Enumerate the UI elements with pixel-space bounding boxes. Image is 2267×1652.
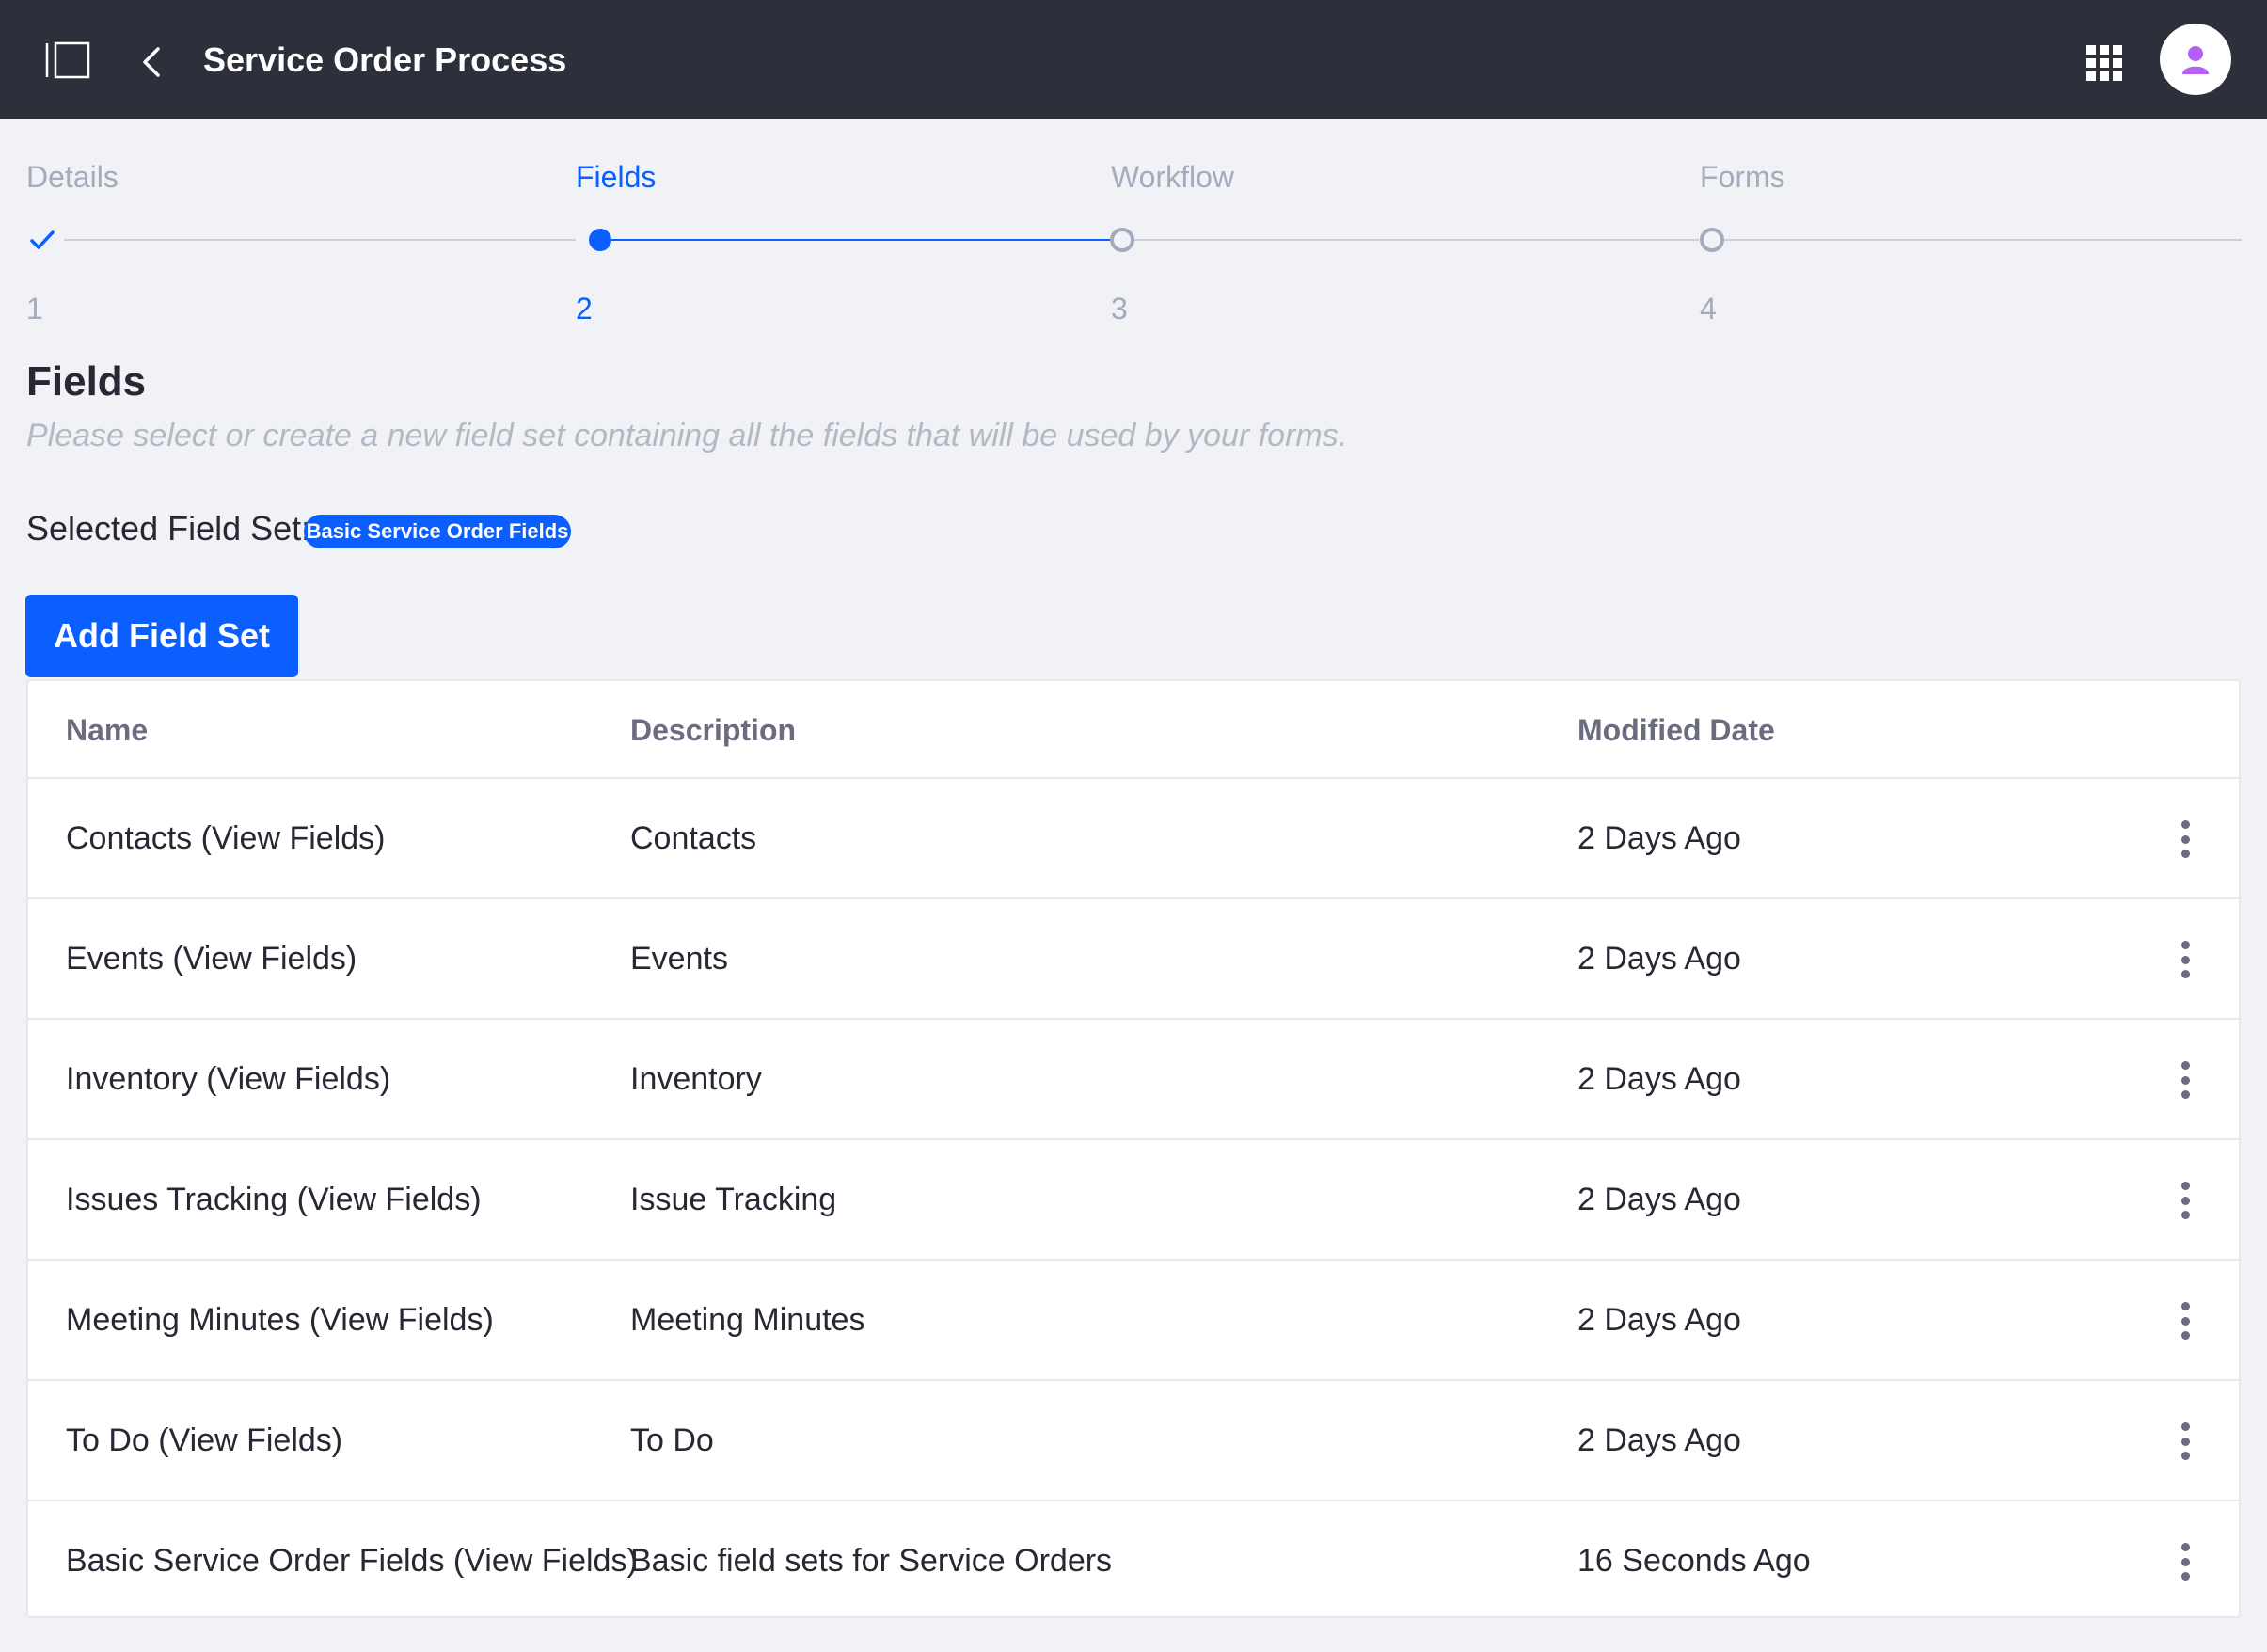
step-details-label[interactable]: Details (26, 156, 119, 198)
progress-stepper: Details Fields Workflow Forms 1 2 3 4 (0, 119, 2267, 335)
ellipsis-vertical-icon[interactable] (2171, 1419, 2199, 1464)
column-header-name[interactable]: Name (66, 709, 148, 751)
row-name[interactable]: Basic Service Order Fields (View Fields) (66, 1539, 638, 1582)
row-name[interactable]: Issues Tracking (View Fields) (66, 1178, 482, 1221)
row-modified-date: 2 Days Ago (1577, 820, 1741, 856)
step-workflow-number: 3 (1111, 292, 1128, 326)
column-header-description[interactable]: Description (630, 709, 796, 751)
row-modified-date: 2 Days Ago (1577, 1422, 1741, 1458)
row-modified-date: 2 Days Ago (1577, 941, 1741, 977)
row-name[interactable]: Contacts (View Fields) (66, 817, 386, 860)
row-modified-date: 2 Days Ago (1577, 1061, 1741, 1097)
step-connector (1724, 239, 2242, 241)
ellipsis-vertical-icon[interactable] (2171, 817, 2199, 862)
selected-field-set-badge: Basic Service Order Fields (304, 515, 571, 548)
row-modified-date: 16 Seconds Ago (1577, 1543, 1811, 1579)
step-fields-marker[interactable] (589, 229, 611, 251)
step-connector (1134, 239, 1699, 241)
add-field-set-button[interactable]: Add Field Set (25, 595, 298, 677)
ellipsis-vertical-icon[interactable] (2171, 1539, 2199, 1584)
page-title: Service Order Process (203, 40, 567, 79)
ellipsis-vertical-icon[interactable] (2171, 1057, 2199, 1103)
ellipsis-vertical-icon[interactable] (2171, 1298, 2199, 1343)
row-name[interactable]: To Do (View Fields) (66, 1419, 342, 1462)
step-forms-number: 4 (1700, 292, 1717, 326)
table-header: Name Description Modified Date (28, 681, 2239, 779)
user-icon (2182, 46, 2209, 74)
check-icon (28, 226, 56, 254)
step-details-number: 1 (26, 292, 43, 326)
row-description: Basic field sets for Service Orders (630, 1543, 1113, 1579)
step-workflow-marker[interactable] (1110, 228, 1134, 252)
column-header-modified-date[interactable]: Modified Date (1577, 709, 1775, 751)
table-row[interactable]: Inventory (View Fields) Inventory 2 Days… (28, 1020, 2239, 1140)
step-forms-label[interactable]: Forms (1700, 156, 1785, 198)
row-modified-date: 2 Days Ago (1577, 1302, 1741, 1338)
chevron-left-icon[interactable] (135, 41, 169, 83)
row-description: Contacts (630, 820, 757, 856)
sidebar-toggle-icon[interactable] (45, 41, 90, 79)
row-description: Events (630, 941, 728, 977)
table-row[interactable]: To Do (View Fields) To Do 2 Days Ago (28, 1381, 2239, 1501)
row-name[interactable]: Inventory (View Fields) (66, 1057, 390, 1101)
section-title: Fields (26, 358, 147, 405)
ellipsis-vertical-icon[interactable] (2171, 1178, 2199, 1223)
step-fields-label[interactable]: Fields (576, 156, 656, 198)
row-description: Issue Tracking (630, 1182, 837, 1217)
step-fields-number: 2 (576, 292, 593, 326)
table-row[interactable]: Basic Service Order Fields (View Fields)… (28, 1501, 2239, 1622)
row-description: Inventory (630, 1061, 762, 1097)
ellipsis-vertical-icon[interactable] (2171, 937, 2199, 982)
table-row[interactable]: Issues Tracking (View Fields) Issue Trac… (28, 1140, 2239, 1261)
apps-grid-icon[interactable] (2086, 45, 2122, 81)
table-row[interactable]: Contacts (View Fields) Contacts 2 Days A… (28, 779, 2239, 899)
step-workflow-label[interactable]: Workflow (1111, 156, 1234, 198)
section-subtitle: Please select or create a new field set … (26, 418, 1348, 453)
table-row[interactable]: Meeting Minutes (View Fields) Meeting Mi… (28, 1261, 2239, 1381)
step-forms-marker[interactable] (1700, 228, 1724, 252)
avatar[interactable] (2160, 24, 2231, 95)
row-name[interactable]: Meeting Minutes (View Fields) (66, 1298, 494, 1342)
step-connector (64, 239, 576, 241)
field-sets-table: Name Description Modified Date Contacts … (26, 679, 2241, 1618)
top-bar: Service Order Process (0, 0, 2267, 119)
row-modified-date: 2 Days Ago (1577, 1182, 1741, 1217)
selected-field-set-label: Selected Field Set: (26, 509, 311, 548)
row-description: Meeting Minutes (630, 1302, 865, 1338)
row-description: To Do (630, 1422, 714, 1458)
table-row[interactable]: Events (View Fields) Events 2 Days Ago (28, 899, 2239, 1020)
step-connector-active (611, 239, 1110, 241)
row-name[interactable]: Events (View Fields) (66, 937, 357, 980)
